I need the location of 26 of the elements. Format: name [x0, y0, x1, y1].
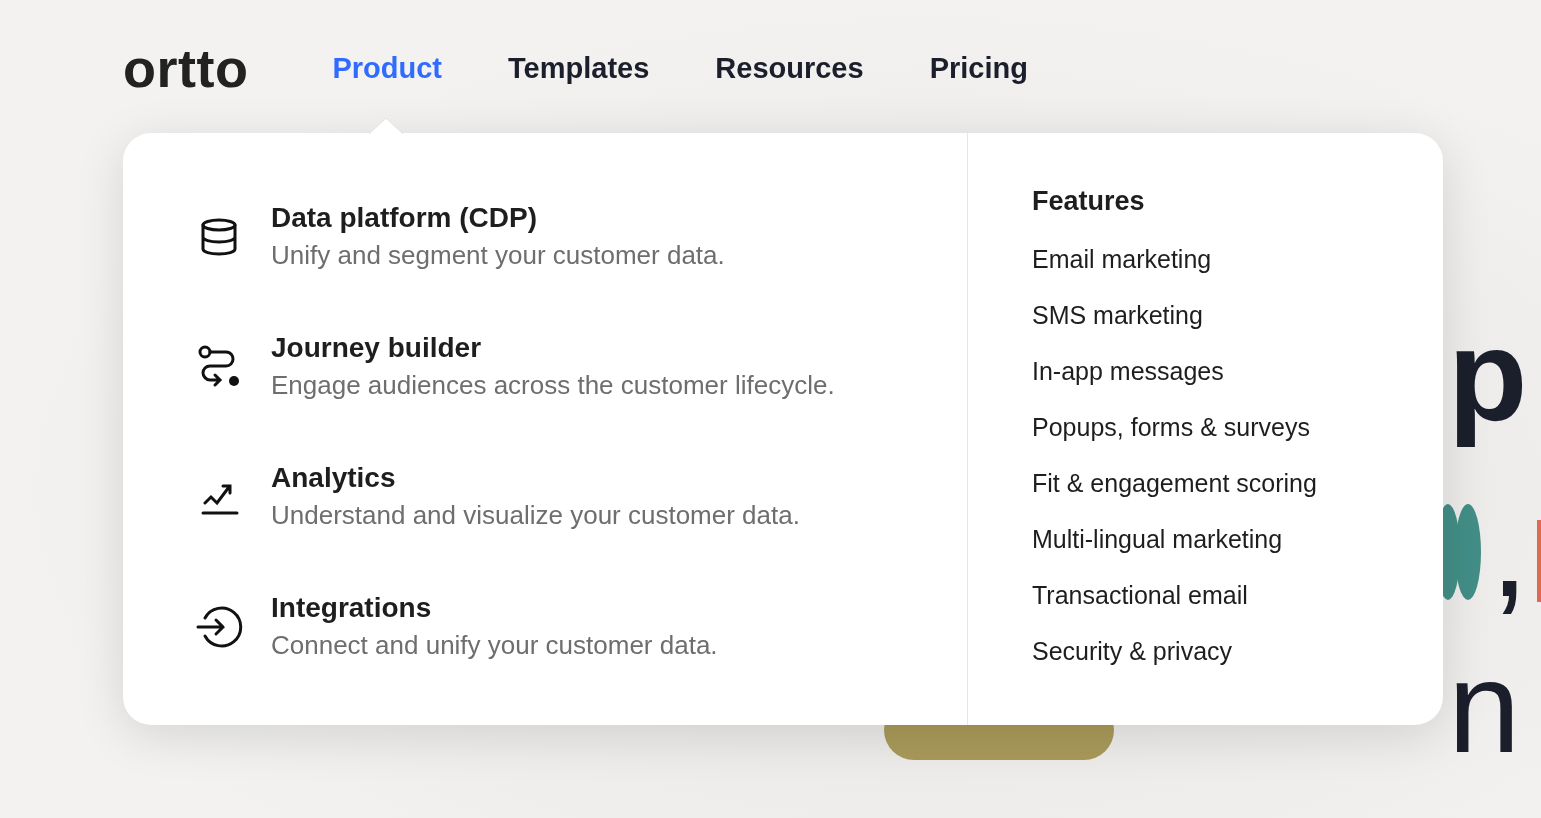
menu-item-description: Understand and visualize your customer data. [271, 499, 800, 531]
menu-item-description: Connect and unify your customer data. [271, 629, 718, 661]
headline-text: p [1448, 301, 1528, 450]
feature-link[interactable]: In-app messages [1032, 343, 1224, 399]
feature-link[interactable]: Transactional email [1032, 567, 1248, 623]
headline-text: n [1448, 633, 1521, 782]
logo[interactable]: ortto [123, 37, 249, 99]
feature-link[interactable]: Security & privacy [1032, 623, 1233, 679]
feature-link[interactable]: Popups, forms & surveys [1032, 399, 1310, 455]
menu-item-description: Unify and segment your customer data. [271, 239, 725, 271]
nav-link[interactable]: Templates [508, 51, 650, 85]
menu-item-title[interactable]: Journey builder [271, 331, 835, 365]
menu-item-description: Engage audiences across the customer lifecycle. [271, 369, 835, 401]
nav-link[interactable]: Product [332, 51, 442, 85]
menu-item-title[interactable]: Data platform (CDP) [271, 201, 725, 235]
nav-link[interactable]: Pricing [929, 51, 1028, 85]
feature-link[interactable]: Multi-lingual marketing [1032, 511, 1283, 567]
nav-link[interactable]: Resources [715, 51, 864, 85]
headline-text: , [1490, 478, 1529, 618]
feature-link[interactable]: Fit & engagement scoring [1032, 455, 1317, 511]
feature-link[interactable]: Email marketing [1032, 231, 1212, 287]
sign-in-icon [195, 603, 243, 651]
menu-item-title[interactable]: Analytics [271, 461, 800, 495]
menu-item-title[interactable]: Integrations [271, 591, 718, 625]
features-heading: Features [1032, 185, 1145, 218]
feature-link[interactable]: SMS marketing [1032, 287, 1203, 343]
